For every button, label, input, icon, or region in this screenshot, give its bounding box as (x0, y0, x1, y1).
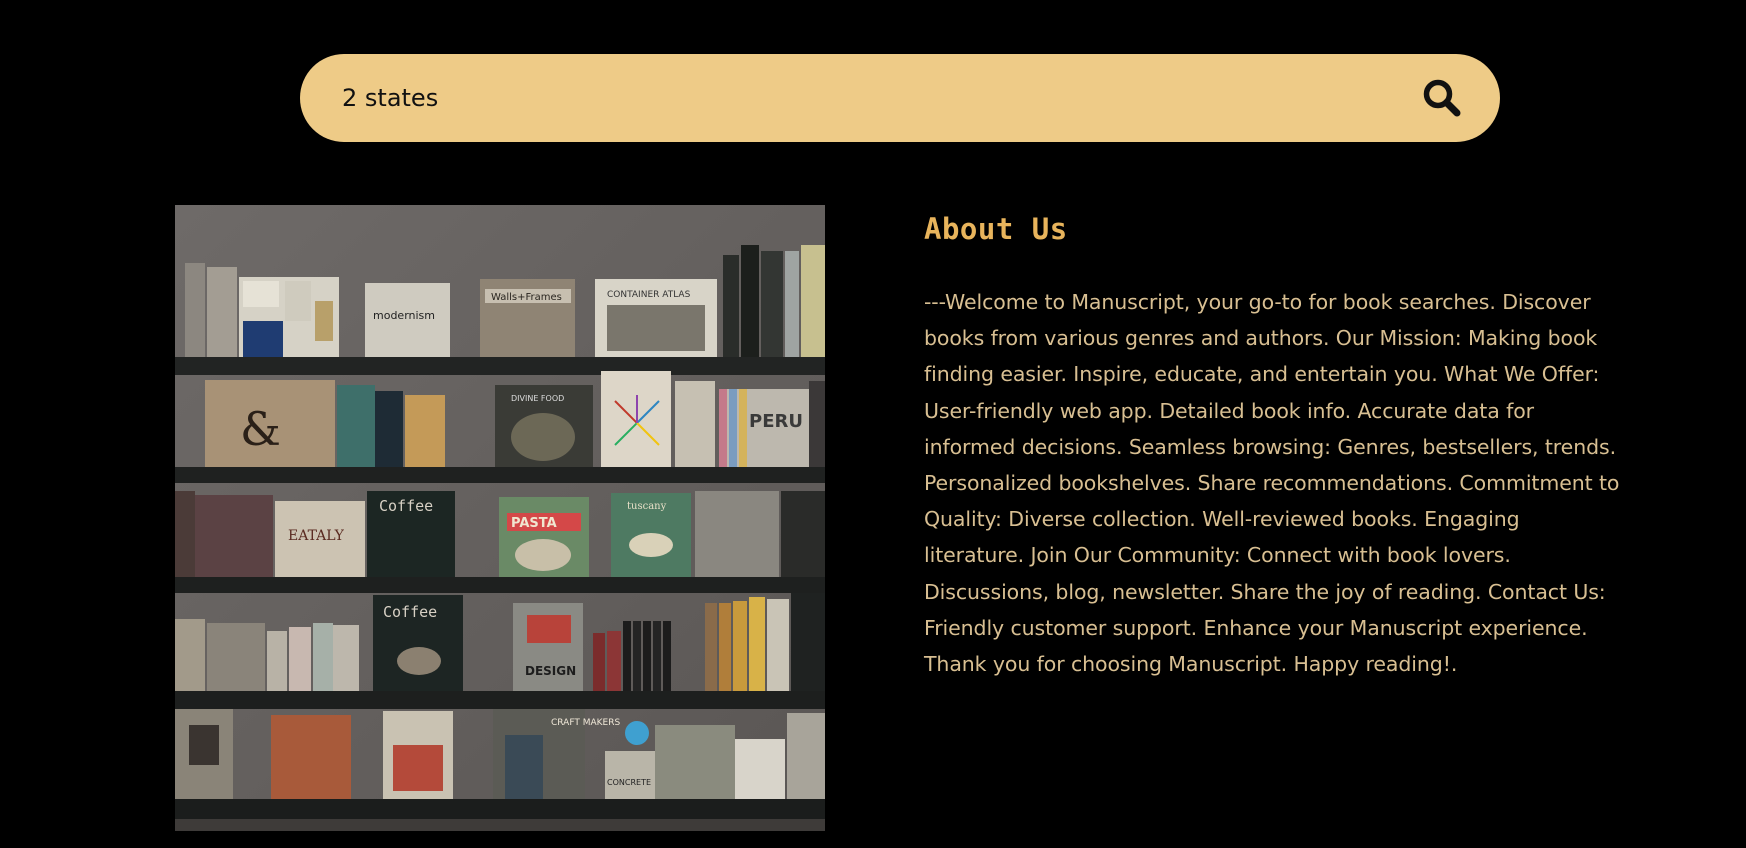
shelf-3 (175, 577, 825, 593)
book-title-design: DESIGN (525, 664, 576, 678)
search-bar (300, 54, 1500, 142)
shelf-5 (175, 799, 825, 819)
book-title-eataly: EATALY (288, 528, 345, 544)
book-title-coffee-2: Coffee (383, 603, 437, 621)
shelf-4 (175, 691, 825, 709)
book-title-walls-frames: Walls+Frames (491, 292, 562, 303)
book-title-modernism: modernism (373, 309, 435, 322)
book-title-container-atlas: CONTAINER ATLAS (607, 290, 691, 300)
search-icon (1423, 79, 1461, 117)
about-title: About Us (924, 212, 1068, 246)
search-input[interactable] (342, 78, 1418, 118)
svg-text:&: & (240, 402, 281, 456)
shelf-2 (175, 467, 825, 483)
shelf-3-books: EATALY Coffee PASTA tuscany (175, 491, 825, 583)
book-title-concrete: CONCRETE (607, 778, 651, 787)
search-button[interactable] (1418, 74, 1466, 122)
book-title-coffee-1: Coffee (379, 497, 433, 515)
bookshelf-image: modernism Walls+Frames CONTAINER ATLAS &… (175, 205, 825, 831)
book-title-tuscany: tuscany (627, 501, 667, 512)
book-title-pasta: PASTA (511, 516, 557, 531)
about-section: About Us ---Welcome to Manuscript, your … (924, 212, 1624, 682)
about-body: ---Welcome to Manuscript, your go-to for… (924, 290, 1620, 677)
book-title-peru: PERU (749, 411, 803, 432)
shelf-1 (175, 357, 825, 375)
svg-text:DIVINE FOOD: DIVINE FOOD (511, 394, 564, 403)
book-title-craft-makers: CRAFT MAKERS (551, 718, 620, 728)
